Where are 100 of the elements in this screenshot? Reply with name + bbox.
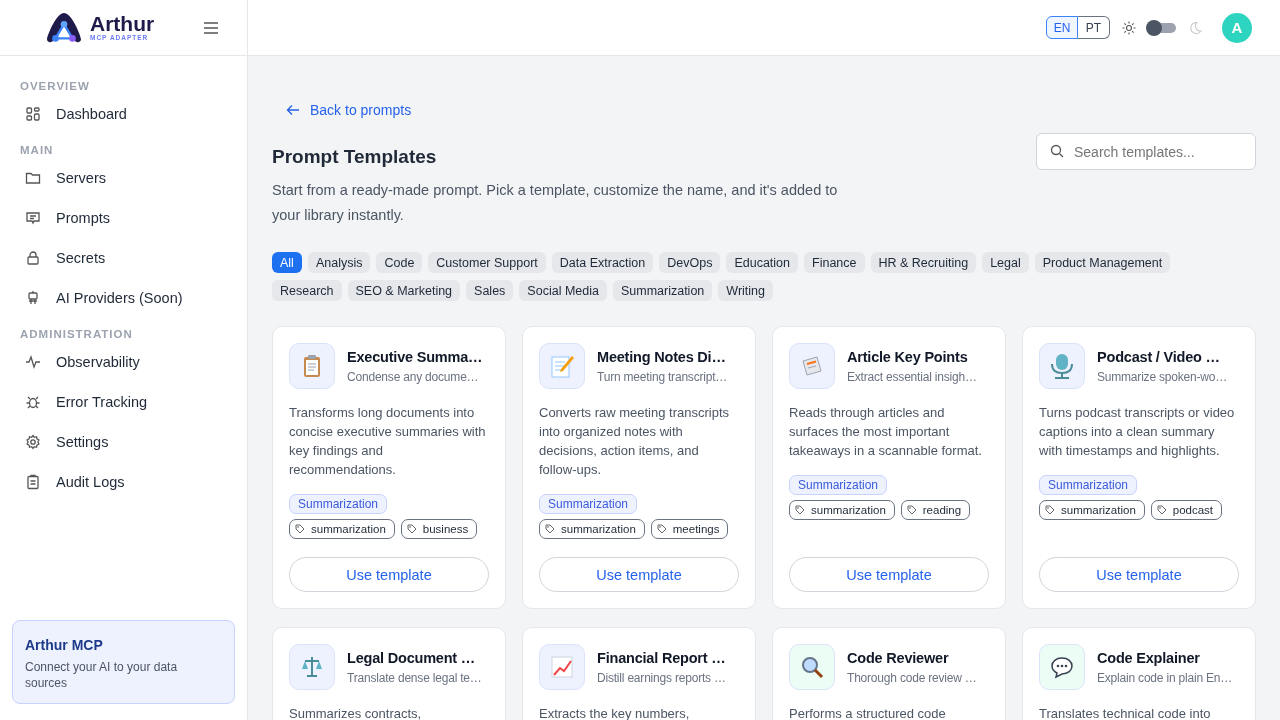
card-subtitle: Explain code in plain En… (1097, 670, 1233, 685)
pulse-icon (25, 354, 41, 370)
card-title: Financial Report … (597, 649, 726, 666)
section-heading: OVERVIEW (20, 80, 91, 92)
nav-item[interactable]: Prompts (20, 198, 247, 238)
filter-chip[interactable]: Social Media (519, 280, 607, 301)
filter-chip[interactable]: Writing (718, 280, 773, 301)
filter-chip[interactable]: Legal (982, 252, 1029, 273)
filter-chip[interactable]: All (272, 252, 302, 273)
card-title: Executive Summa… (347, 348, 483, 365)
filter-chip[interactable]: SEO & Marketing (347, 280, 461, 301)
search-field[interactable]: Search templates... (1036, 133, 1256, 170)
filter-chip[interactable]: Finance (804, 252, 865, 273)
use-template-button[interactable]: Use template (539, 557, 739, 592)
category-badge: Summarization (789, 475, 888, 495)
filter-chip[interactable]: Product Management (1034, 252, 1171, 273)
nav-item[interactable]: Settings (20, 422, 247, 462)
use-template-button[interactable]: Use template (289, 557, 489, 592)
language-button[interactable]: PT (1078, 16, 1110, 39)
card-description: Summarizes contracts, (289, 705, 423, 720)
filter-chip[interactable]: Education (726, 252, 798, 273)
page-title: Prompt Templates (272, 146, 438, 168)
card-subtitle: Extract essential insigh… (847, 369, 977, 384)
card-subtitle: Translate dense legal te… (347, 670, 482, 685)
use-template-button[interactable]: Use template (789, 557, 989, 592)
back-link[interactable]: Back to prompts (286, 102, 412, 118)
category-badge: Summarization (1039, 475, 1138, 495)
tag-chip: summarization (289, 519, 395, 539)
tag-icon (545, 524, 555, 534)
tag-icon (406, 524, 417, 534)
microphone-icon (1048, 352, 1076, 380)
nav-item[interactable]: Dashboard (20, 94, 247, 134)
tag-icon (1045, 505, 1055, 515)
lock-icon (25, 250, 41, 266)
tag-chip: business (400, 519, 478, 539)
tag-chip: podcast (1150, 500, 1223, 520)
folder-icon (25, 170, 41, 186)
nav-item[interactable]: Servers (20, 158, 247, 198)
use-template-button[interactable]: Use template (1039, 557, 1239, 592)
card-title: Podcast / Video … (1097, 348, 1221, 365)
chart-icon (548, 653, 576, 681)
filter-chip[interactable]: DevOps (659, 252, 721, 273)
sun-icon (1122, 20, 1136, 35)
filter-chip[interactable]: Customer Support (428, 252, 546, 273)
filter-chip[interactable]: Summarization (612, 280, 713, 301)
brand-name: Arthur (90, 13, 155, 35)
page-description: Start from a ready-made prompt. Pick a template, customize the name, and it's added to your library instantly. (272, 181, 839, 225)
card-subtitle: Turn meeting transcript… (597, 369, 728, 384)
filter-chip[interactable]: Code (376, 252, 423, 273)
filter-chip[interactable]: Data Extraction (551, 252, 654, 273)
nav-item[interactable]: Observability (20, 342, 247, 382)
moon-icon (1188, 20, 1202, 35)
tag-chip: summarization (789, 500, 895, 520)
nav-item[interactable]: Audit Logs (20, 462, 247, 502)
category-badge: Summarization (539, 494, 638, 514)
filter-chip[interactable]: Sales (466, 280, 514, 301)
promo-title: Arthur MCP (25, 636, 104, 653)
section-heading: ADMINISTRATION (20, 328, 134, 340)
nav-item[interactable]: Secrets (20, 238, 247, 278)
tag-chip: summarization (539, 519, 645, 539)
language-button[interactable]: EN (1046, 16, 1078, 39)
chat-icon (25, 210, 41, 226)
filter-chip[interactable]: Research (272, 280, 342, 301)
card-description: Transforms long documents into concise executive summaries with key findings and recommendations. (289, 404, 487, 479)
card-subtitle: Thorough code review … (847, 670, 977, 685)
card-description: Turns podcast transcripts or video captions into a clean summary with timestamps and highlights. (1039, 404, 1236, 460)
gear-icon (25, 434, 41, 450)
card-subtitle: Distill earnings reports … (597, 670, 726, 685)
category-badge: Summarization (289, 494, 388, 514)
card-description: Converts raw meeting transcripts into organized notes with decisions, action items, and follow-ups. (539, 404, 730, 479)
section-heading: MAIN (20, 144, 55, 156)
card-description: Translates technical code into (1039, 705, 1212, 720)
logo-icon (44, 10, 84, 45)
menu-icon[interactable] (203, 21, 219, 34)
tag-chip: reading (900, 500, 971, 520)
grid-icon (25, 106, 41, 122)
promo-text: Connect your AI to your data sources (25, 658, 179, 691)
theme-toggle[interactable] (1148, 22, 1176, 33)
nav-item[interactable]: AI Providers (Soon) (20, 278, 247, 318)
tag-chip: summarization (1039, 500, 1145, 520)
card-title: Code Reviewer (847, 649, 950, 666)
card-title: Meeting Notes Di… (597, 348, 727, 365)
filter-chip[interactable]: Analysis (307, 252, 371, 273)
bug-icon (25, 394, 41, 410)
tag-icon (906, 505, 917, 515)
arrow-left-icon (286, 104, 300, 116)
clipboard-icon (25, 474, 41, 490)
tag-icon (795, 505, 805, 515)
card-title: Code Explainer (1097, 649, 1201, 666)
search-icon (1050, 144, 1064, 158)
card-subtitle: Condense any docume… (347, 369, 480, 384)
tag-icon (1156, 505, 1167, 515)
filter-chip[interactable]: HR & Recruiting (870, 252, 977, 273)
card-title: Legal Document … (347, 649, 477, 666)
tag-icon (656, 524, 667, 534)
tag-chip: meetings (650, 519, 729, 539)
card-description: Extracts the key numbers, (539, 705, 691, 720)
nav-item[interactable]: Error Tracking (20, 382, 247, 422)
card-description: Performs a structured code (789, 705, 947, 720)
tag-icon (295, 524, 305, 534)
